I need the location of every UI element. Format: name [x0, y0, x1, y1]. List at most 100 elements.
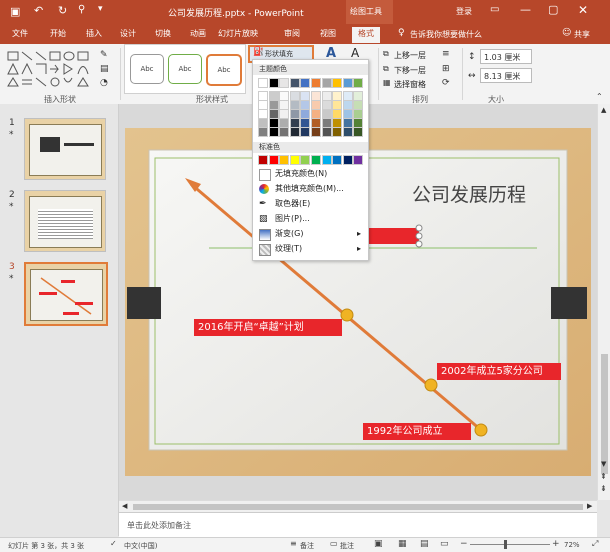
- theme-color-swatch[interactable]: [342, 127, 353, 137]
- theme-color-swatch[interactable]: [289, 78, 300, 88]
- standard-color-swatch[interactable]: [300, 155, 311, 165]
- theme-color-swatch[interactable]: [289, 127, 300, 137]
- sign-in-link[interactable]: 登录: [456, 6, 472, 17]
- theme-color-swatch[interactable]: [268, 127, 279, 137]
- text-box-icon[interactable]: ▤: [100, 64, 109, 74]
- prev-slide-icon[interactable]: ⇞: [600, 472, 607, 481]
- theme-color-swatch[interactable]: [300, 127, 311, 137]
- zoom-out-icon[interactable]: −: [460, 539, 468, 549]
- shape-style-2[interactable]: Abc: [168, 54, 202, 84]
- no-fill-item[interactable]: 无填充颜色(N): [257, 167, 365, 181]
- send-backward-button[interactable]: 下移一层: [394, 65, 426, 76]
- tab-file[interactable]: 文件: [12, 28, 28, 39]
- tab-home[interactable]: 开始: [50, 28, 66, 39]
- vertical-scrollbar[interactable]: ▲ ▼ ⇞ ⇟: [597, 104, 610, 500]
- slide-thumbnail-1[interactable]: [24, 118, 106, 180]
- theme-color-swatch[interactable]: [258, 78, 268, 88]
- quick-access-icon[interactable]: ⚲: [78, 4, 85, 15]
- slide-thumbnail-3[interactable]: [24, 262, 108, 326]
- zoom-level[interactable]: 72%: [564, 541, 580, 549]
- theme-color-swatch[interactable]: [321, 127, 332, 137]
- theme-color-swatch[interactable]: [321, 78, 332, 88]
- theme-color-swatch[interactable]: [332, 127, 343, 137]
- gradient-item[interactable]: 渐变(G) ▸: [257, 227, 365, 241]
- scroll-right-icon[interactable]: ▶: [587, 502, 592, 510]
- tab-insert[interactable]: 插入: [86, 28, 102, 39]
- scroll-down-icon[interactable]: ▼: [601, 460, 606, 468]
- slideshow-view-icon[interactable]: ▭: [440, 539, 449, 549]
- theme-color-swatch[interactable]: [311, 78, 321, 88]
- group-icon[interactable]: ⊞: [442, 64, 450, 74]
- standard-color-swatch[interactable]: [342, 155, 353, 165]
- theme-color-swatch[interactable]: [332, 78, 343, 88]
- tab-review[interactable]: 审阅: [284, 28, 300, 39]
- edit-shape-icon[interactable]: ✎: [100, 50, 108, 60]
- notes-toggle[interactable]: 备注: [300, 541, 314, 551]
- text-fill-a-icon[interactable]: A: [351, 46, 359, 60]
- zoom-slider-thumb[interactable]: [504, 540, 507, 549]
- tab-slideshow[interactable]: 幻灯片放映: [218, 28, 258, 39]
- tab-animations[interactable]: 动画: [190, 28, 206, 39]
- save-icon[interactable]: ▣: [10, 5, 20, 18]
- scroll-up-icon[interactable]: ▲: [601, 106, 606, 114]
- shapes-gallery[interactable]: [6, 50, 94, 92]
- tab-view[interactable]: 视图: [320, 28, 336, 39]
- label-2016[interactable]: 2016年开启“卓越”计划: [194, 319, 342, 336]
- theme-color-swatch[interactable]: [353, 127, 364, 137]
- theme-color-swatch[interactable]: [268, 78, 279, 88]
- standard-color-swatch[interactable]: [321, 155, 332, 165]
- label-2002[interactable]: 2002年成立5家分公司: [437, 363, 561, 380]
- standard-color-swatch[interactable]: [268, 155, 279, 165]
- undo-icon[interactable]: ↶: [34, 4, 43, 17]
- scroll-thumb[interactable]: [601, 354, 608, 474]
- standard-color-swatch[interactable]: [258, 155, 268, 165]
- shape-style-1[interactable]: Abc: [130, 54, 164, 84]
- selection-pane-icon[interactable]: ▦: [383, 78, 391, 87]
- tab-transitions[interactable]: 切换: [155, 28, 171, 39]
- language-label[interactable]: 中文(中国): [124, 541, 157, 551]
- fit-slide-icon[interactable]: ⤢: [592, 539, 598, 549]
- theme-color-swatch[interactable]: [353, 78, 364, 88]
- rotate-icon[interactable]: ⟳: [442, 78, 450, 88]
- theme-color-swatch[interactable]: [258, 127, 268, 137]
- share-button[interactable]: 共享: [574, 29, 590, 40]
- merge-shapes-icon[interactable]: ◔: [100, 78, 108, 88]
- theme-color-swatch[interactable]: [311, 127, 321, 137]
- theme-color-swatch[interactable]: [279, 78, 290, 88]
- standard-color-swatch[interactable]: [353, 155, 364, 165]
- slide-thumbnail-2[interactable]: [24, 190, 106, 252]
- tab-format[interactable]: 格式: [352, 27, 380, 43]
- customize-icon[interactable]: ▾: [98, 4, 103, 14]
- shape-style-3[interactable]: Abc: [206, 54, 242, 86]
- redo-icon[interactable]: ↻: [58, 4, 67, 17]
- standard-color-swatch[interactable]: [332, 155, 343, 165]
- comments-toggle[interactable]: 批注: [340, 541, 354, 551]
- label-1992[interactable]: 1992年公司成立: [363, 423, 471, 440]
- notes-pane[interactable]: 单击此处添加备注: [119, 512, 597, 537]
- zoom-slider[interactable]: [470, 540, 550, 549]
- align-icon[interactable]: ≡: [442, 49, 450, 59]
- zoom-in-icon[interactable]: +: [552, 539, 560, 549]
- scroll-left-icon[interactable]: ◀: [122, 502, 127, 510]
- minimize-icon[interactable]: —: [520, 3, 531, 16]
- width-field[interactable]: 8.13 厘米: [480, 68, 532, 83]
- tab-design[interactable]: 设计: [120, 28, 136, 39]
- next-slide-icon[interactable]: ⇟: [600, 484, 607, 493]
- tell-me-input[interactable]: 告诉我你想要做什么: [410, 29, 482, 40]
- sorter-view-icon[interactable]: ▦: [398, 539, 407, 549]
- selection-pane-button[interactable]: 选择窗格: [394, 79, 426, 90]
- collapse-ribbon-icon[interactable]: ⌃: [596, 92, 603, 101]
- slide-title[interactable]: 公司发展历程: [412, 180, 526, 207]
- picture-item[interactable]: ▧ 图片(P)...: [257, 212, 365, 226]
- proofing-icon[interactable]: ✓: [110, 539, 117, 548]
- height-field[interactable]: 1.03 厘米: [480, 49, 532, 64]
- standard-color-swatch[interactable]: [279, 155, 290, 165]
- normal-view-icon[interactable]: ▣: [374, 539, 383, 549]
- eyedropper-item[interactable]: ✒ 取色器(E): [257, 197, 365, 211]
- theme-color-swatch[interactable]: [342, 78, 353, 88]
- more-fill-colors-item[interactable]: 其他填充颜色(M)...: [257, 182, 365, 196]
- standard-color-swatch[interactable]: [311, 155, 321, 165]
- theme-color-swatch[interactable]: [300, 78, 311, 88]
- texture-item[interactable]: 纹理(T) ▸: [257, 242, 365, 256]
- theme-color-swatch[interactable]: [279, 127, 290, 137]
